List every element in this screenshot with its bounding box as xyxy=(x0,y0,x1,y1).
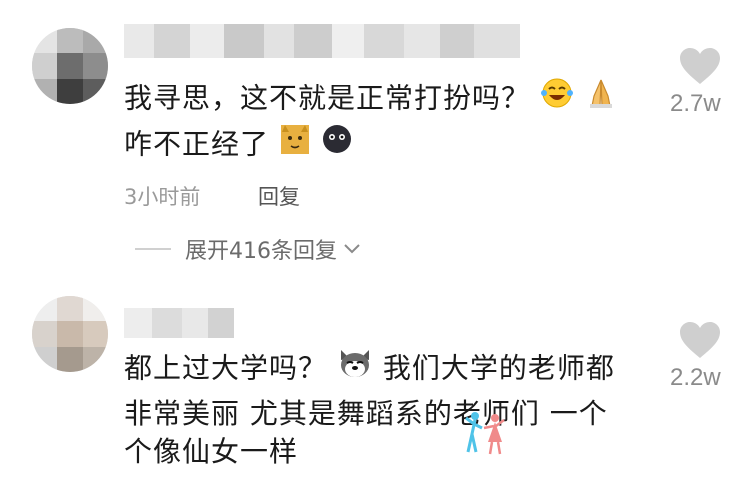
praying-hands-emoji-icon xyxy=(584,76,618,123)
comment-text: 个像仙女一样 xyxy=(124,435,299,468)
laughing-crying-emoji-icon xyxy=(540,77,574,122)
like-count: 2.7w xyxy=(670,90,721,117)
divider-line xyxy=(135,248,171,250)
husky-dog-emoji-icon xyxy=(337,346,373,393)
cat-emoji-icon xyxy=(279,122,311,169)
reply-button[interactable]: 回复 xyxy=(258,181,300,211)
comment-text: 都上过大学吗？ xyxy=(124,351,328,385)
expand-replies-label: 展开416条回复 xyxy=(185,239,337,264)
comment-text-line: 咋不正经了 xyxy=(124,122,353,169)
comment-text: 非常美丽 尤其是舞蹈系的老师们 一个 xyxy=(124,397,608,430)
username-blurred[interactable] xyxy=(124,24,520,58)
dark-face-emoji-icon xyxy=(321,123,353,168)
comment-item: 都上过大学吗？ 我们大学的老师都 非常美丽 尤其是舞蹈系的老师们 一个 个像仙女… xyxy=(0,280,750,477)
avatar[interactable] xyxy=(32,296,108,372)
expand-replies-button[interactable]: 展开416条回复 xyxy=(135,232,361,266)
comment-text: 我们大学的老师都 xyxy=(382,351,615,385)
like-count: 2.2w xyxy=(670,364,721,391)
comment-text-line: 我寻思，这不就是正常打扮吗？ xyxy=(124,76,618,123)
comment-text: 我寻思，这不就是正常打扮吗？ xyxy=(124,81,531,115)
chevron-down-icon xyxy=(343,240,361,259)
heart-icon xyxy=(680,48,720,84)
comment-time: 3小时前 xyxy=(124,185,201,209)
heart-icon xyxy=(680,322,720,358)
comment-text-line: 个像仙女一样 xyxy=(124,430,298,474)
username-blurred[interactable] xyxy=(124,308,234,338)
like-button[interactable] xyxy=(678,46,722,86)
comment-text: 咋不正经了 xyxy=(124,127,270,161)
avatar[interactable] xyxy=(32,28,108,104)
comment-text-line: 都上过大学吗？ 我们大学的老师都 xyxy=(124,346,615,393)
comment-item: 我寻思，这不就是正常打扮吗？ 咋不正经了 3小时前 回复 展开416条回复 2.… xyxy=(0,0,750,280)
like-button[interactable] xyxy=(678,320,722,360)
dancing-couple-emoji-icon xyxy=(462,408,508,460)
